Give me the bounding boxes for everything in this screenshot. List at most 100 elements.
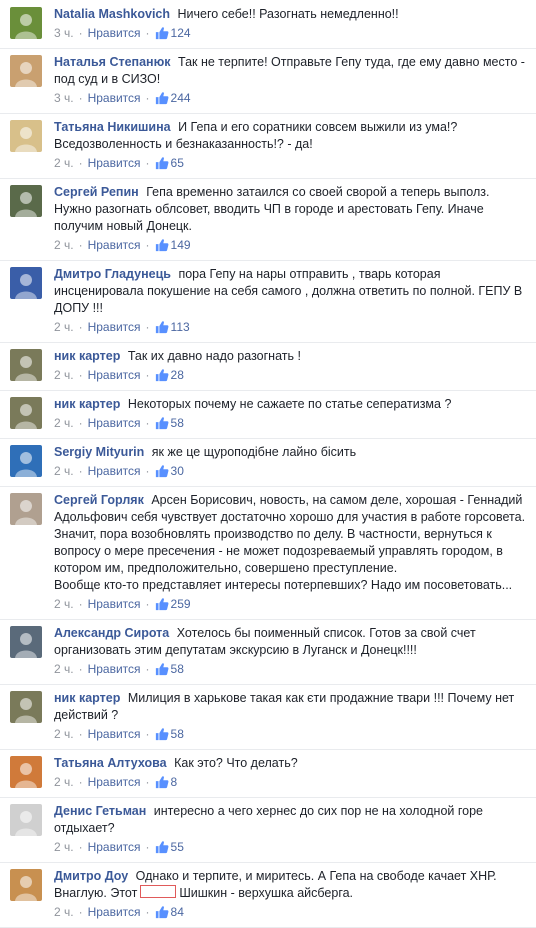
comment-author[interactable]: Александр Сирота [54, 626, 169, 640]
comment-time[interactable]: 2 ч. [54, 463, 74, 479]
avatar[interactable] [10, 756, 42, 788]
comment-time[interactable]: 3 ч. [54, 90, 74, 106]
like-button[interactable]: Нравится [88, 839, 141, 855]
comment-author[interactable]: Наталья Степанюк [54, 55, 171, 69]
comment-time[interactable]: 3 ч. [54, 25, 74, 41]
like-count[interactable]: 55 [171, 839, 184, 855]
comment-author[interactable]: Natalia Mashkovich [54, 7, 170, 21]
like-button[interactable]: Нравится [88, 463, 141, 479]
like-count[interactable]: 84 [171, 904, 184, 920]
comment-meta: 2 ч. · Нравится · 84 [54, 904, 528, 920]
thumbs-up-icon[interactable] [155, 26, 169, 40]
like-count[interactable]: 8 [171, 774, 178, 790]
comment-time[interactable]: 2 ч. [54, 367, 74, 383]
thumbs-up-icon[interactable] [155, 416, 169, 430]
avatar[interactable] [10, 120, 42, 152]
avatar[interactable] [10, 267, 42, 299]
thumbs-up-icon[interactable] [155, 727, 169, 741]
like-count[interactable]: 65 [171, 155, 184, 171]
avatar[interactable] [10, 869, 42, 901]
thumbs-up-icon[interactable] [155, 238, 169, 252]
meta-separator: · [145, 91, 150, 105]
like-button[interactable]: Нравится [88, 319, 141, 335]
avatar[interactable] [10, 349, 42, 381]
like-count[interactable]: 113 [171, 319, 190, 335]
like-button[interactable]: Нравится [88, 596, 141, 612]
avatar[interactable] [10, 691, 42, 723]
avatar[interactable] [10, 7, 42, 39]
comment-author[interactable]: Денис Гетьман [54, 804, 146, 818]
like-count[interactable]: 149 [171, 237, 191, 253]
like-button[interactable]: Нравится [88, 25, 141, 41]
comment-author[interactable]: Сергей Репин [54, 185, 139, 199]
avatar[interactable] [10, 55, 42, 87]
avatar-image [10, 626, 42, 658]
comment-time[interactable]: 2 ч. [54, 155, 74, 171]
comment-author[interactable]: Дмитро Гладунець [54, 267, 171, 281]
comment: Наталья Степанюк Так не терпите! Отправь… [0, 49, 536, 114]
avatar[interactable] [10, 626, 42, 658]
thumbs-up-icon[interactable] [155, 156, 169, 170]
thumbs-up-icon[interactable] [155, 905, 169, 919]
like-button[interactable]: Нравится [88, 367, 141, 383]
avatar[interactable] [10, 185, 42, 217]
meta-separator: · [145, 368, 150, 382]
thumbs-up-icon[interactable] [155, 662, 169, 676]
avatar[interactable] [10, 493, 42, 525]
comment-time[interactable]: 2 ч. [54, 415, 74, 431]
like-button[interactable]: Нравится [88, 904, 141, 920]
comment-time[interactable]: 2 ч. [54, 319, 74, 335]
meta-separator: · [145, 416, 150, 430]
comment-author[interactable]: ник картер [54, 691, 120, 705]
like-button[interactable]: Нравится [88, 90, 141, 106]
avatar-image [10, 756, 42, 788]
like-button[interactable]: Нравится [88, 237, 141, 253]
like-count[interactable]: 58 [171, 415, 184, 431]
like-button[interactable]: Нравится [88, 155, 141, 171]
avatar[interactable] [10, 804, 42, 836]
meta-separator: · [78, 727, 83, 741]
thumbs-up-icon[interactable] [155, 775, 169, 789]
like-count[interactable]: 124 [171, 25, 191, 41]
thumbs-up-icon[interactable] [155, 368, 169, 382]
comment-author[interactable]: Татьяна Никишина [54, 120, 171, 134]
like-count[interactable]: 30 [171, 463, 184, 479]
like-count[interactable]: 58 [171, 726, 184, 742]
like-button[interactable]: Нравится [88, 774, 141, 790]
comment-meta: 2 ч. · Нравится · 55 [54, 839, 528, 855]
comment-author[interactable]: ник картер [54, 349, 120, 363]
thumbs-up-icon[interactable] [155, 597, 169, 611]
comment-author[interactable]: Дмитро Доу [54, 869, 128, 883]
comment-body: Сергей Горляк Арсен Борисович, новость, … [54, 492, 528, 594]
comment-time[interactable]: 2 ч. [54, 839, 74, 855]
like-button[interactable]: Нравится [88, 415, 141, 431]
comment: Сергей Репин Гепа временно затаился со с… [0, 179, 536, 261]
comment-author[interactable]: Сергей Горляк [54, 493, 144, 507]
avatar[interactable] [10, 397, 42, 429]
comment-meta: 2 ч. · Нравится · 149 [54, 237, 528, 253]
meta-separator: · [145, 727, 150, 741]
comment-time[interactable]: 2 ч. [54, 237, 74, 253]
comment-author[interactable]: ник картер [54, 397, 120, 411]
thumbs-up-icon[interactable] [155, 320, 169, 334]
comment-time[interactable]: 2 ч. [54, 774, 74, 790]
thumbs-up-icon[interactable] [155, 91, 169, 105]
like-button[interactable]: Нравится [88, 661, 141, 677]
comment-author[interactable]: Sergiy Mityurin [54, 445, 144, 459]
comment-time[interactable]: 2 ч. [54, 661, 74, 677]
thumbs-up-icon[interactable] [155, 840, 169, 854]
comment-meta: 2 ч. · Нравится · 113 [54, 319, 528, 335]
comment-author[interactable]: Татьяна Алтухова [54, 756, 167, 770]
comment-time[interactable]: 2 ч. [54, 596, 74, 612]
like-count[interactable]: 259 [171, 596, 191, 612]
like-button[interactable]: Нравится [88, 726, 141, 742]
avatar-image [10, 493, 42, 525]
comment-time[interactable]: 2 ч. [54, 726, 74, 742]
thumbs-up-icon[interactable] [155, 464, 169, 478]
like-count[interactable]: 28 [171, 367, 184, 383]
avatar[interactable] [10, 445, 42, 477]
comment-time[interactable]: 2 ч. [54, 904, 74, 920]
like-count[interactable]: 58 [171, 661, 184, 677]
comment-feed: Natalia Mashkovich Ничего себе!! Разогна… [0, 0, 536, 928]
like-count[interactable]: 244 [171, 90, 191, 106]
